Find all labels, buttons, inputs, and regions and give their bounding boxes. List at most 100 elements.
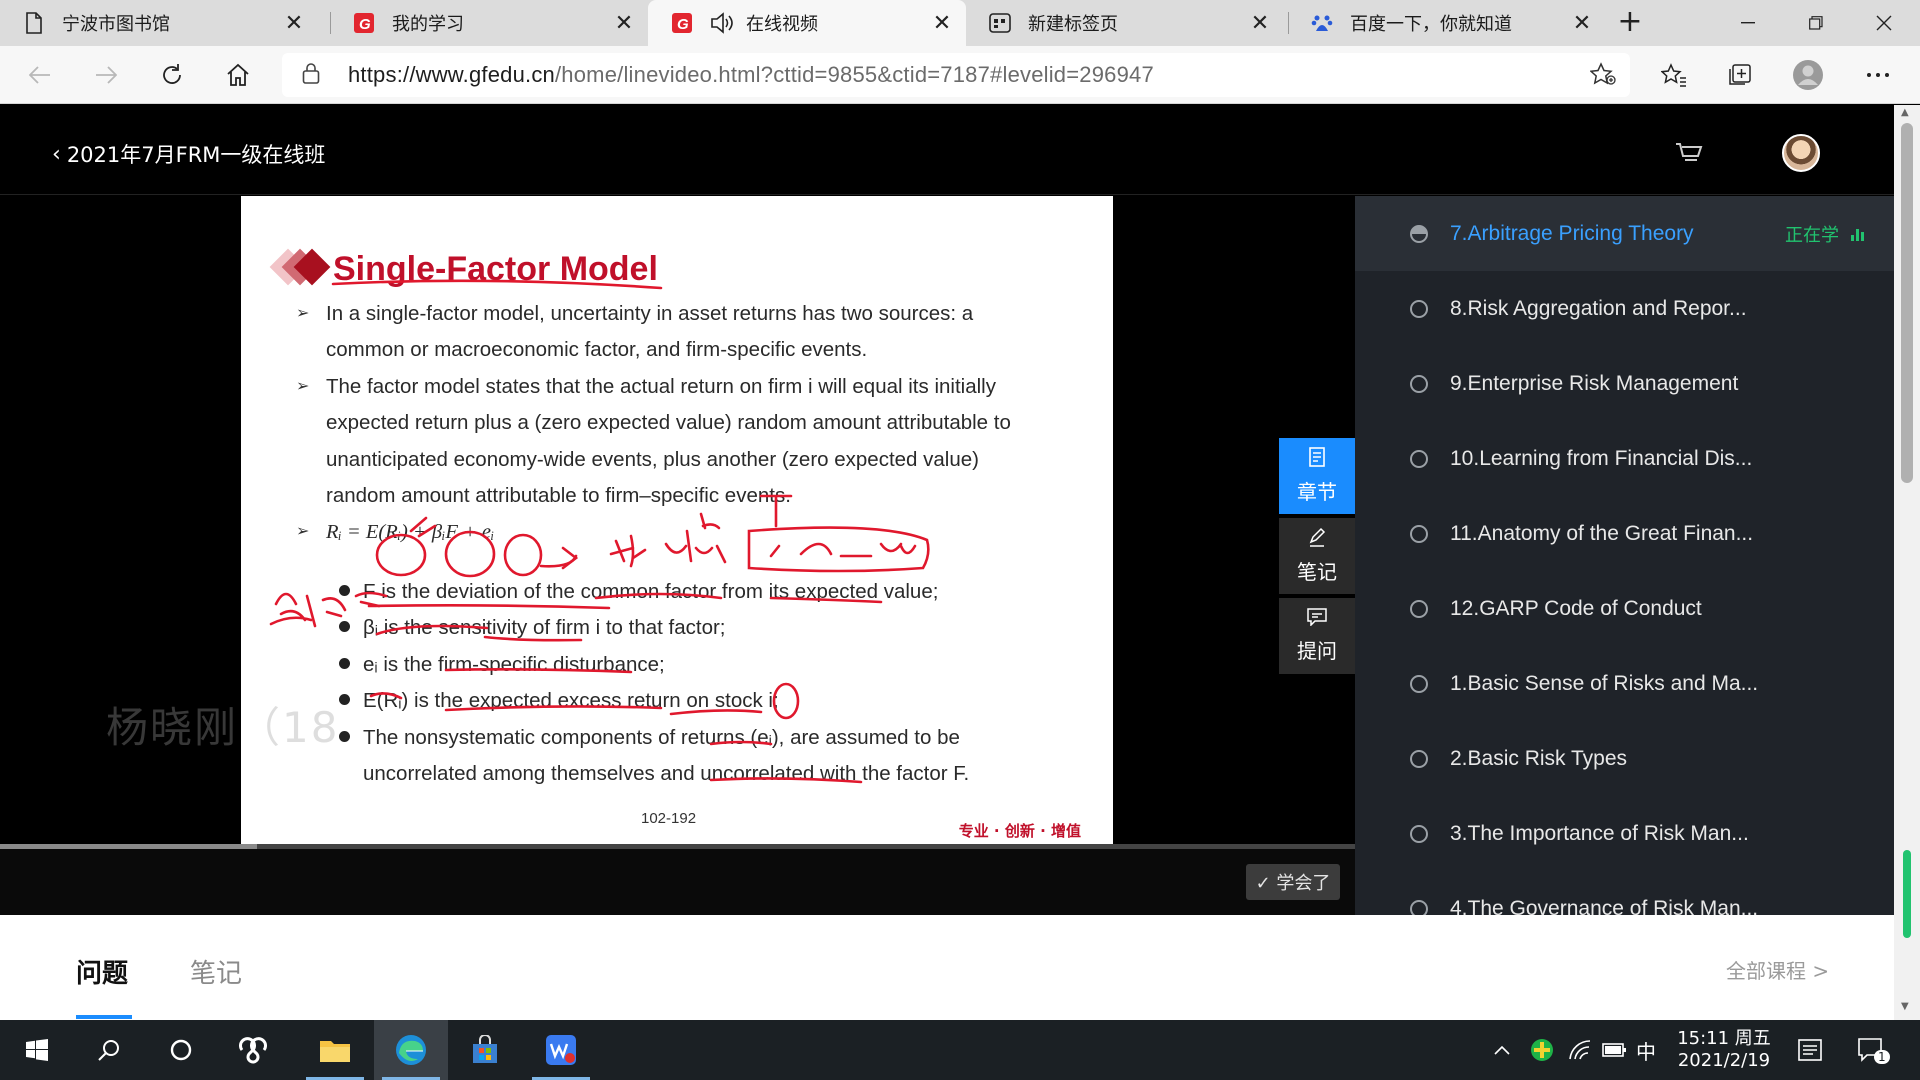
chapter-item[interactable]: 9.Enterprise Risk Management <box>1355 346 1894 421</box>
course-header: ‹ 2021年7月FRM一级在线班 <box>0 105 1894 195</box>
gfedu-icon: G <box>352 11 376 35</box>
chapter-label: 8.Risk Aggregation and Repor... <box>1450 296 1747 320</box>
browser-tab-new-tab[interactable]: 新建标签页 ✕ <box>966 0 1284 46</box>
battery-status[interactable] <box>1602 1020 1628 1080</box>
back-to-course-link[interactable]: ‹ 2021年7月FRM一级在线班 <box>52 139 325 169</box>
action-center-button[interactable]: 1 <box>1858 1020 1890 1080</box>
app-file-explorer[interactable] <box>298 1020 372 1080</box>
browser-tab-my-study[interactable]: G 我的学习 ✕ <box>330 0 648 46</box>
playing-bars-icon <box>1849 227 1864 241</box>
chapter-item[interactable]: 12.GARP Code of Conduct <box>1355 571 1894 646</box>
speaker-icon[interactable] <box>710 11 734 35</box>
forward-button[interactable] <box>86 55 126 95</box>
chapter-label: 10.Learning from Financial Dis... <box>1450 446 1753 470</box>
minimize-button[interactable] <box>1714 0 1782 46</box>
windows-icon <box>26 1039 48 1061</box>
app-feishu[interactable] <box>216 1020 290 1080</box>
cart-icon[interactable] <box>1674 141 1704 165</box>
network-status[interactable] <box>1568 1020 1592 1080</box>
search-button[interactable] <box>72 1020 146 1080</box>
cortana-button[interactable] <box>144 1020 218 1080</box>
close-icon[interactable]: ✕ <box>1250 11 1270 36</box>
close-icon[interactable]: ✕ <box>1572 11 1592 36</box>
browser-tab-online-video[interactable]: G 在线视频 ✕ <box>648 0 966 46</box>
browser-tab-library[interactable]: 宁波市图书馆 ✕ <box>0 0 318 46</box>
question-button[interactable]: 提问 <box>1279 598 1355 674</box>
note-label: 笔记 <box>1297 560 1337 584</box>
lock-icon[interactable] <box>302 62 324 88</box>
chapter-item[interactable]: 10.Learning from Financial Dis... <box>1355 421 1894 496</box>
progress-circle-icon <box>1410 674 1428 693</box>
chapter-label: 9.Enterprise Risk Management <box>1450 371 1739 395</box>
url-path: /home/linevideo.html?cttid=9855&ctid=718… <box>555 62 1154 87</box>
url-host: https://www.gfedu.cn <box>348 62 555 87</box>
ime-indicator[interactable]: 中 <box>1636 1020 1656 1080</box>
close-icon[interactable]: ✕ <box>932 11 952 36</box>
tray-app-icon[interactable] <box>1530 1020 1554 1080</box>
minimize-icon <box>1741 22 1755 24</box>
url-text: https://www.gfedu.cn/home/linevideo.html… <box>348 62 1154 88</box>
page-icon <box>22 11 46 35</box>
scrollbar-thumb[interactable] <box>1901 123 1913 483</box>
bottom-panel: 问题 笔记 全部课程 > <box>0 915 1894 1020</box>
reload-button[interactable] <box>152 55 192 95</box>
chapter-item[interactable]: 7.Arbitrage Pricing Theory 正在学 <box>1355 196 1894 271</box>
more-menu-button[interactable] <box>1858 55 1898 95</box>
chapter-item[interactable]: 8.Risk Aggregation and Repor... <box>1355 271 1894 346</box>
lecture-slide: Single-Factor Model ➢ In a single-factor … <box>241 196 1113 848</box>
all-courses-link[interactable]: 全部课程 > <box>1726 955 1829 984</box>
app-wps[interactable] <box>524 1020 598 1080</box>
store-icon <box>473 1035 497 1063</box>
notes-button[interactable] <box>1798 1020 1822 1080</box>
close-icon[interactable]: ✕ <box>614 11 634 36</box>
profile-button[interactable] <box>1788 55 1828 95</box>
chevron-left-icon: ‹ <box>52 141 61 167</box>
progress-circle-icon <box>1410 599 1428 618</box>
user-avatar[interactable] <box>1782 134 1820 172</box>
tab-label: 百度一下，你就知道 <box>1350 14 1512 35</box>
chapter-item[interactable]: 1.Basic Sense of Risks and Ma... <box>1355 646 1894 721</box>
video-player[interactable]: Single-Factor Model ➢ In a single-factor … <box>0 196 1355 848</box>
home-icon <box>227 63 249 86</box>
note-icon <box>1798 1039 1822 1061</box>
show-hidden-icons[interactable] <box>1494 1020 1510 1080</box>
profile-icon <box>1793 60 1823 90</box>
browser-tab-baidu[interactable]: 百度一下，你就知道 ✕ <box>1288 0 1606 46</box>
chapter-label: 7.Arbitrage Pricing Theory <box>1450 221 1694 245</box>
edge-icon <box>396 1035 426 1065</box>
vpn-icon <box>1531 1039 1553 1061</box>
battery-icon <box>1602 1043 1626 1057</box>
folder-icon <box>320 1041 350 1062</box>
close-window-button[interactable] <box>1850 0 1918 46</box>
mark-learned-button[interactable]: ✓ 学会了 <box>1246 864 1340 900</box>
close-icon[interactable]: ✕ <box>284 11 304 36</box>
chapter-item[interactable]: 2.Basic Risk Types <box>1355 721 1894 796</box>
address-bar[interactable]: https://www.gfedu.cn/home/linevideo.html… <box>282 53 1630 97</box>
restore-button[interactable] <box>1782 0 1850 46</box>
baidu-icon <box>1310 11 1334 35</box>
home-button[interactable] <box>218 55 258 95</box>
start-button[interactable] <box>0 1020 74 1080</box>
chapter-item[interactable]: 3.The Importance of Risk Man... <box>1355 796 1894 871</box>
system-clock[interactable]: 15:11 周五 2021/2/19 <box>1672 1028 1776 1072</box>
app-store[interactable] <box>448 1020 522 1080</box>
close-icon <box>1876 15 1892 31</box>
scroll-down-icon[interactable]: ▼ <box>1901 1001 1909 1012</box>
collections-button[interactable] <box>1720 55 1760 95</box>
chapter-item[interactable]: 4.The Governance of Risk Man... <box>1355 871 1894 915</box>
back-button[interactable] <box>20 55 60 95</box>
clock-date: 2021/2/19 <box>1677 1050 1771 1071</box>
chapter-item[interactable]: 11.Anatomy of the Great Finan... <box>1355 496 1894 571</box>
note-icon <box>1308 527 1326 552</box>
app-edge[interactable] <box>374 1020 448 1080</box>
note-button[interactable]: 笔记 <box>1279 518 1355 594</box>
favorites-button[interactable] <box>1654 55 1694 95</box>
chapter-button[interactable]: 章节 <box>1279 438 1355 514</box>
page-scrollbar[interactable]: ▲ ▼ <box>1894 105 1920 1020</box>
tab-notes[interactable]: 笔记 <box>190 953 242 990</box>
new-tab-button[interactable]: + <box>1612 6 1648 40</box>
add-favorite-icon[interactable] <box>1589 62 1616 92</box>
handwritten-annotations <box>269 279 930 784</box>
tab-questions[interactable]: 问题 <box>76 953 128 990</box>
scroll-up-icon[interactable]: ▲ <box>1901 107 1909 118</box>
